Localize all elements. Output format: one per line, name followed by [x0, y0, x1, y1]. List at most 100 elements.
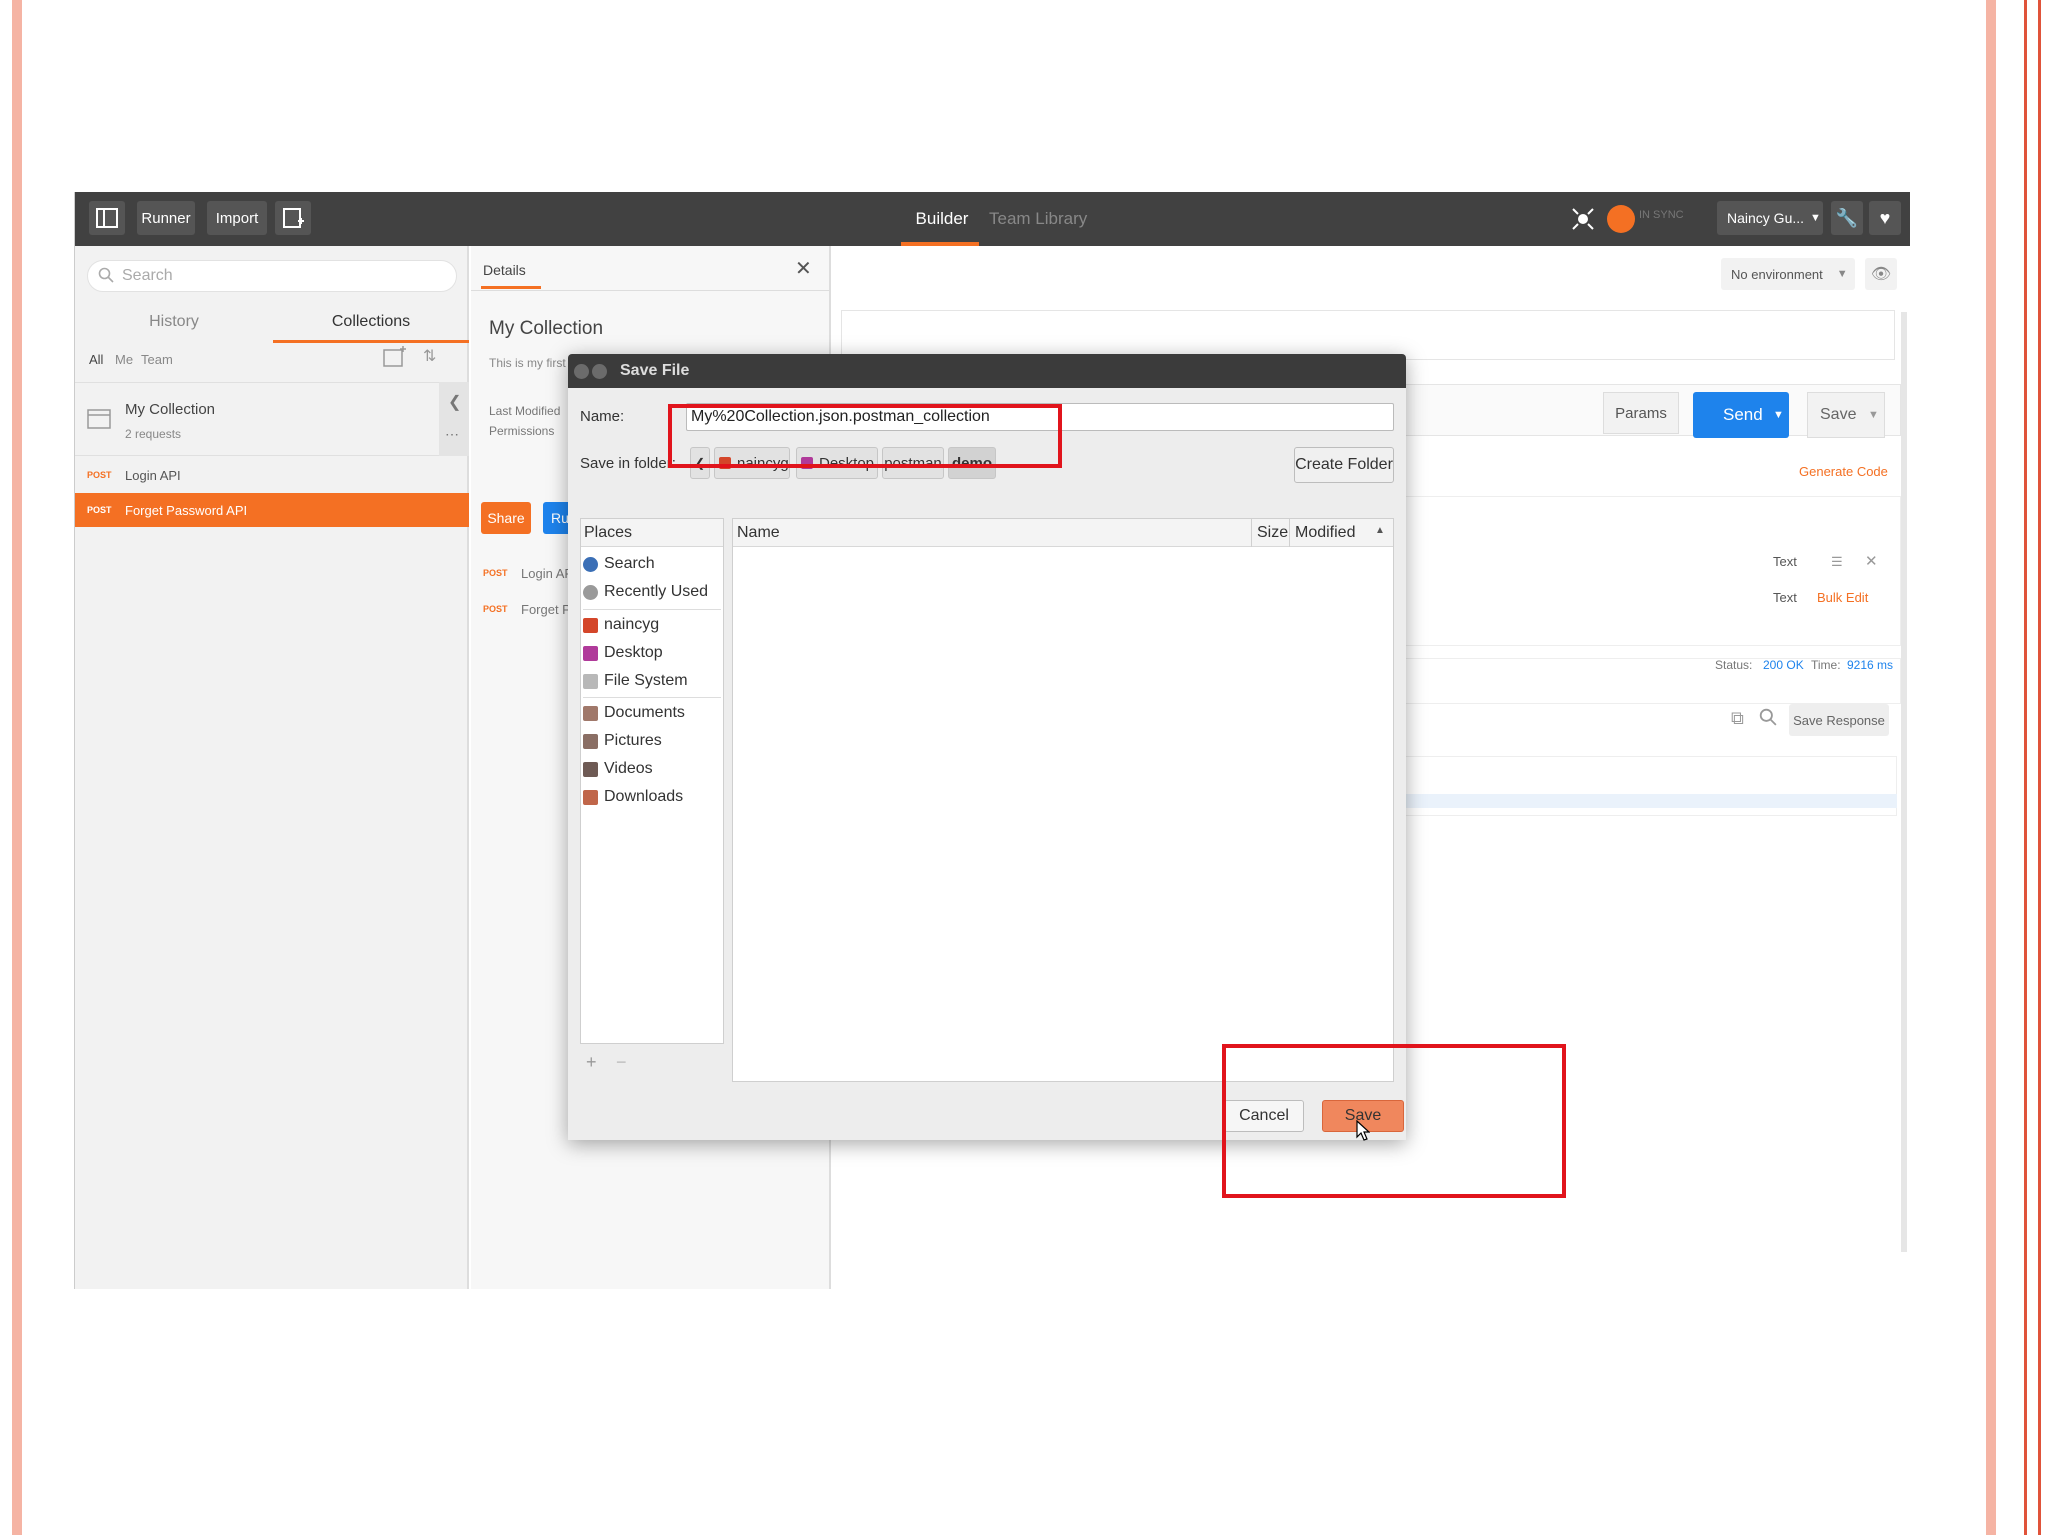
- heart-button[interactable]: ♥: [1869, 201, 1901, 235]
- search-placeholder: Search: [122, 267, 173, 284]
- send-label: Send: [1723, 405, 1763, 424]
- interceptor-icon[interactable]: [1569, 205, 1597, 233]
- documents-folder-icon: [583, 705, 598, 721]
- column-divider: [1251, 519, 1252, 547]
- request-method: POST: [483, 568, 508, 578]
- status-label: Status:: [1715, 658, 1753, 672]
- place-pictures[interactable]: Pictures: [583, 728, 662, 754]
- desktop-icon: [583, 645, 598, 661]
- drive-icon: [583, 673, 598, 689]
- filter-team[interactable]: Team: [141, 352, 173, 367]
- close-window-icon[interactable]: [574, 364, 589, 379]
- add-place-icon[interactable]: +: [586, 1052, 597, 1073]
- sync-icon[interactable]: [1607, 205, 1635, 233]
- tab-builder[interactable]: Builder: [907, 192, 977, 246]
- place-recently-used[interactable]: Recently Used: [583, 579, 708, 605]
- runner-button[interactable]: Runner: [137, 201, 195, 235]
- place-search[interactable]: Search: [583, 551, 655, 577]
- place-label: Search: [604, 555, 655, 572]
- environment-quick-look-button[interactable]: 👁: [1865, 258, 1897, 290]
- tab-team-library[interactable]: Team Library: [989, 192, 1089, 246]
- place-label: File System: [604, 672, 688, 689]
- videos-folder-icon: [583, 761, 598, 777]
- dialog-title: Save File: [620, 362, 690, 379]
- filter-all[interactable]: All: [89, 352, 103, 367]
- place-downloads[interactable]: Downloads: [583, 784, 683, 810]
- reorder-icon[interactable]: ☰: [1831, 554, 1843, 570]
- collapse-collection-button[interactable]: ❮ ⋯: [439, 382, 469, 456]
- eye-icon: 👁: [1870, 266, 1892, 283]
- sidebar-search-input[interactable]: Search: [87, 260, 457, 292]
- save-in-folder-label: Save in folder:: [580, 455, 676, 472]
- collection-name: My Collection: [125, 401, 216, 418]
- remove-place-icon[interactable]: −: [616, 1052, 627, 1073]
- scrollbar[interactable]: [1901, 312, 1907, 1252]
- place-label: Pictures: [604, 732, 662, 749]
- search-icon: [583, 556, 598, 572]
- time-label: Time:: [1811, 658, 1841, 672]
- save-response-button[interactable]: Save Response: [1789, 704, 1889, 736]
- places-divider: [583, 697, 721, 698]
- settings-button[interactable]: 🔧: [1831, 201, 1863, 235]
- generate-code-link[interactable]: Generate Code: [1799, 464, 1888, 479]
- collections-tab-underline: [273, 340, 469, 343]
- new-collection-icon[interactable]: [383, 346, 407, 373]
- place-label: Documents: [604, 704, 685, 721]
- sidebar: Search History Collections All Me Team ⇅…: [75, 246, 469, 1289]
- column-size[interactable]: Size: [1257, 524, 1288, 542]
- tab-collections[interactable]: Collections: [273, 302, 469, 342]
- filter-me[interactable]: Me: [115, 352, 133, 367]
- place-label: Downloads: [604, 788, 684, 805]
- send-button[interactable]: Send ▼: [1693, 392, 1789, 438]
- column-modified[interactable]: Modified: [1295, 524, 1355, 542]
- place-desktop[interactable]: Desktop: [583, 640, 663, 666]
- chevron-down-icon: ▼: [1773, 409, 1784, 421]
- collection-row[interactable]: My Collection 2 requests: [75, 382, 469, 456]
- save-request-button[interactable]: Save ▼: [1807, 392, 1885, 438]
- close-icon[interactable]: ✕: [795, 256, 812, 281]
- user-menu-button[interactable]: Naincy Gu... ▼: [1717, 201, 1823, 235]
- place-documents[interactable]: Documents: [583, 700, 685, 726]
- place-file-system[interactable]: File System: [583, 668, 688, 694]
- toggle-sidebar-button[interactable]: [89, 201, 125, 235]
- slide-line-right-1: [2024, 0, 2027, 1535]
- delete-icon[interactable]: ✕: [1865, 552, 1878, 570]
- column-name[interactable]: Name: [737, 524, 780, 542]
- request-method: POST: [87, 470, 112, 480]
- request-item[interactable]: POST Login API: [75, 458, 469, 492]
- tab-details[interactable]: Details: [483, 262, 526, 278]
- folder-icon: [87, 407, 111, 434]
- text-type-dropdown[interactable]: Text: [1773, 554, 1797, 569]
- search-response-icon[interactable]: [1759, 708, 1777, 731]
- heart-icon: ♥: [1879, 207, 1891, 228]
- minimize-window-icon[interactable]: [592, 364, 607, 379]
- file-list[interactable]: Name Size Modified ▲: [732, 518, 1394, 1082]
- bulk-edit-link[interactable]: Bulk Edit: [1817, 590, 1868, 605]
- file-list-header: Name Size Modified ▲: [733, 519, 1393, 547]
- dialog-titlebar: Save File: [568, 354, 1406, 388]
- place-naincyg[interactable]: naincyg: [583, 612, 659, 638]
- place-label: naincyg: [604, 616, 660, 633]
- share-button[interactable]: Share: [481, 502, 531, 534]
- top-toolbar: Runner Import Builder Team Library IN SY…: [75, 192, 1910, 246]
- slide-border-left: [12, 0, 22, 1535]
- create-folder-button[interactable]: Create Folder: [1294, 447, 1394, 483]
- text-type-dropdown[interactable]: Text: [1773, 590, 1797, 605]
- last-modified-label: Last Modified: [489, 404, 561, 418]
- search-icon: [98, 267, 114, 288]
- import-button[interactable]: Import: [207, 201, 267, 235]
- tab-history[interactable]: History: [75, 302, 273, 342]
- places-divider: [583, 609, 721, 610]
- more-icon: ⋯: [445, 426, 459, 442]
- time-value: 9216 ms: [1847, 658, 1894, 672]
- copy-icon[interactable]: ⧉: [1731, 708, 1744, 729]
- place-videos[interactable]: Videos: [583, 756, 653, 782]
- sort-icon[interactable]: ⇅: [423, 346, 436, 366]
- request-item-selected[interactable]: POST Forget Password API: [75, 493, 469, 527]
- details-title: My Collection: [489, 318, 604, 339]
- save-button-highlight: [1222, 1044, 1566, 1198]
- save-label: Save: [1820, 406, 1857, 423]
- new-tab-button[interactable]: [275, 201, 311, 235]
- params-button[interactable]: Params: [1603, 392, 1679, 434]
- environment-select[interactable]: No environment ▼: [1721, 258, 1855, 290]
